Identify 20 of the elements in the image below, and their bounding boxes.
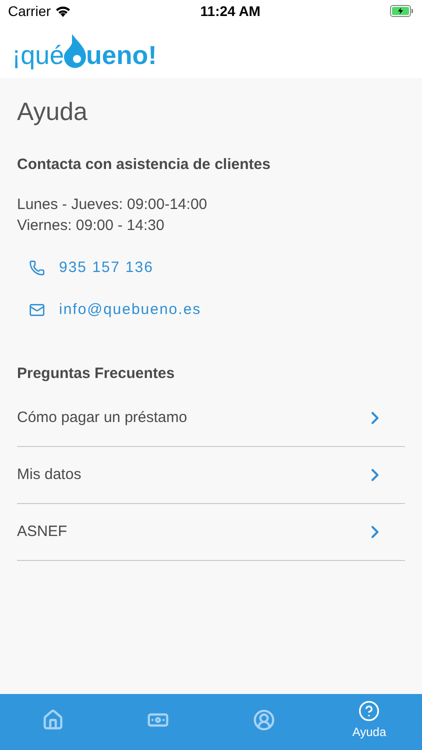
drop-icon — [64, 34, 86, 68]
wifi-icon — [54, 5, 71, 17]
page-title: Ayuda — [17, 97, 88, 128]
help-icon — [358, 700, 380, 722]
section-heading: Contacta con asistencia de clientes — [17, 154, 272, 174]
battery-icon — [390, 5, 414, 17]
mail-icon — [29, 302, 45, 318]
user-icon — [252, 709, 275, 731]
faq-item[interactable]: ASNEF — [17, 504, 405, 560]
clock-time: 11:24 AM — [200, 2, 260, 20]
home-icon — [42, 709, 64, 731]
section-heading: Preguntas Frecuentes — [17, 364, 176, 384]
faq-item[interactable]: Cómo pagar un préstamo — [17, 390, 405, 446]
opening-hours: Viernes: 09:00 - 14:30 — [17, 216, 166, 236]
logo-text: ¡qué — [12, 42, 64, 68]
phone-icon — [29, 260, 45, 276]
faq-item[interactable]: Mis datos — [17, 446, 405, 504]
logo-text: ueno! — [86, 42, 157, 68]
carrier-name: Carrier — [8, 2, 51, 20]
opening-hours: Lunes - Jueves: 09:00-14:00 — [17, 195, 208, 215]
